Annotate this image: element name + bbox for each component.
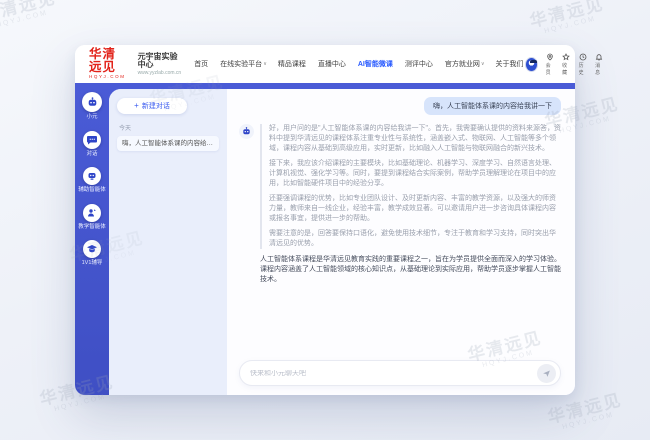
chevron-down-icon: ∨ <box>481 61 485 67</box>
new-chat-button[interactable]: + 新建对话 <box>117 98 187 114</box>
rail-item-teaching-agent[interactable]: 教学智能体 <box>78 204 106 231</box>
unit-name: 元宇宙实验中心 <box>138 53 182 69</box>
unit-title: 元宇宙实验中心 www.yyzlab.com.cn <box>138 53 182 76</box>
nav-assessment-center[interactable]: 测评中心 <box>405 59 434 69</box>
history-button[interactable]: 历史 <box>579 53 588 76</box>
brand-logo[interactable]: 华清远见 HQYJ.COM <box>89 48 126 80</box>
plus-icon: + <box>134 102 139 110</box>
paper-plane-icon <box>542 369 551 378</box>
rail-item-1v1-tutoring[interactable]: 1V1辅导 <box>78 240 106 267</box>
assistant-bot-icon <box>83 167 101 185</box>
user-message-row: 嗨，人工智能体系课的内容给我讲一下 <box>239 97 561 115</box>
favorites-button[interactable]: 收藏 <box>562 53 571 76</box>
messages-button[interactable]: 消息 <box>595 53 604 76</box>
user-avatar[interactable] <box>525 57 538 72</box>
brand-name: 华清远见 <box>89 48 126 73</box>
thinking-paragraph: 需要注意的是，回答要保持口语化，避免使用技术细节，专注于教育和学习支持，同时突出… <box>269 229 561 249</box>
brand-watermark: 华清远见HQYJ.COM <box>528 0 608 38</box>
thinking-paragraph: 接下来，我应该介绍课程的主要模块，比如基础理论、机器学习、深度学习、自然语言处理… <box>269 159 561 189</box>
rail-item-xiaoyuan[interactable]: 小元 <box>78 92 106 121</box>
thinking-paragraph: 好，用户问的是"人工智能体系课的内容给我讲一下"。首先，我需要确认提供的资料来源… <box>269 124 561 154</box>
nav-ai-micro-course[interactable]: AI智能微课 <box>358 59 394 69</box>
bell-icon <box>595 53 603 61</box>
nav-courses[interactable]: 精品课程 <box>278 59 307 69</box>
user-message-bubble: 嗨，人工智能体系课的内容给我讲一下 <box>424 97 561 115</box>
ai-message-content: 好，用户问的是"人工智能体系课的内容给我讲一下"。首先，我需要确认提供的资料来源… <box>260 124 561 360</box>
site-header: 华清远见 HQYJ.COM 元宇宙实验中心 www.yyzlab.com.cn … <box>75 45 575 83</box>
inner-container: + 新建对话 今天 嗨，人工智能体系课的内容给我讲一... 嗨，人工智能体系课的… <box>109 89 575 395</box>
nav-home[interactable]: 首页 <box>194 59 209 69</box>
nav-online-lab[interactable]: 在线实验平台∨ <box>220 59 267 69</box>
member-button[interactable]: 会员 <box>546 53 555 76</box>
left-rail: 小元 对话 <box>75 83 109 395</box>
clock-icon <box>579 53 587 61</box>
star-icon <box>562 53 570 61</box>
ai-message-row: 好，用户问的是"人工智能体系课的内容给我讲一下"。首先，我需要确认提供的资料来源… <box>239 124 561 360</box>
teacher-icon <box>83 204 101 222</box>
graduation-cap-icon <box>83 240 101 258</box>
ai-thinking-block: 好，用户问的是"人工智能体系课的内容给我讲一下"。首先，我需要确认提供的资料来源… <box>260 124 561 249</box>
nav-about[interactable]: 关于我们 <box>496 59 525 69</box>
chat-input-bar <box>239 360 561 386</box>
unit-url: www.yyzlab.com.cn <box>138 71 182 76</box>
brand-watermark: 华清远见HQYJ.COM <box>0 0 60 32</box>
pin-icon <box>546 53 554 61</box>
conversation-panel: + 新建对话 今天 嗨，人工智能体系课的内容给我讲一... <box>109 89 227 395</box>
page-background: 华清远见HQYJ.COM 华清远见HQYJ.COM 华清远见HQYJ.COM 华… <box>0 0 650 440</box>
rail-item-chat[interactable]: 对话 <box>78 131 106 158</box>
app-window: 华清远见 HQYJ.COM 元宇宙实验中心 www.yyzlab.com.cn … <box>75 45 575 395</box>
main-nav: 首页 在线实验平台∨ 精品课程 直播中心 AI智能微课 测评中心 <box>194 59 524 69</box>
nav-live-center[interactable]: 直播中心 <box>318 59 347 69</box>
ai-answer-text: 人工智能体系课程是华清远见教育实践的重要课程之一，旨在为学员提供全面而深入的学习… <box>260 255 561 285</box>
brand-domain: HQYJ.COM <box>89 75 126 80</box>
conversation-group-label: 今天 <box>119 123 217 132</box>
robot-avatar-icon <box>82 92 102 112</box>
chat-area: 嗨，人工智能体系课的内容给我讲一下 好，用户问的是" <box>227 89 575 395</box>
brand-watermark: 华清远见HQYJ.COM <box>546 391 626 434</box>
header-actions: 会员 收藏 历史 消息 <box>525 53 604 76</box>
send-button[interactable] <box>537 364 556 383</box>
app-body: 小元 对话 <box>75 83 575 395</box>
chevron-down-icon: ∨ <box>263 61 267 67</box>
ai-robot-avatar-icon <box>239 124 254 139</box>
nav-jobs[interactable]: 官方就业网∨ <box>445 59 485 69</box>
thinking-paragraph: 还要强调课程的优势，比如专业团队设计、及时更新内容、丰富的教学资源，以及强大的师… <box>269 194 561 224</box>
chat-input[interactable] <box>250 370 537 377</box>
conversation-list-item[interactable]: 嗨，人工智能体系课的内容给我讲一... <box>117 136 219 151</box>
chat-icon <box>83 131 101 149</box>
rail-item-assistant-agent[interactable]: 辅助智能体 <box>78 167 106 194</box>
